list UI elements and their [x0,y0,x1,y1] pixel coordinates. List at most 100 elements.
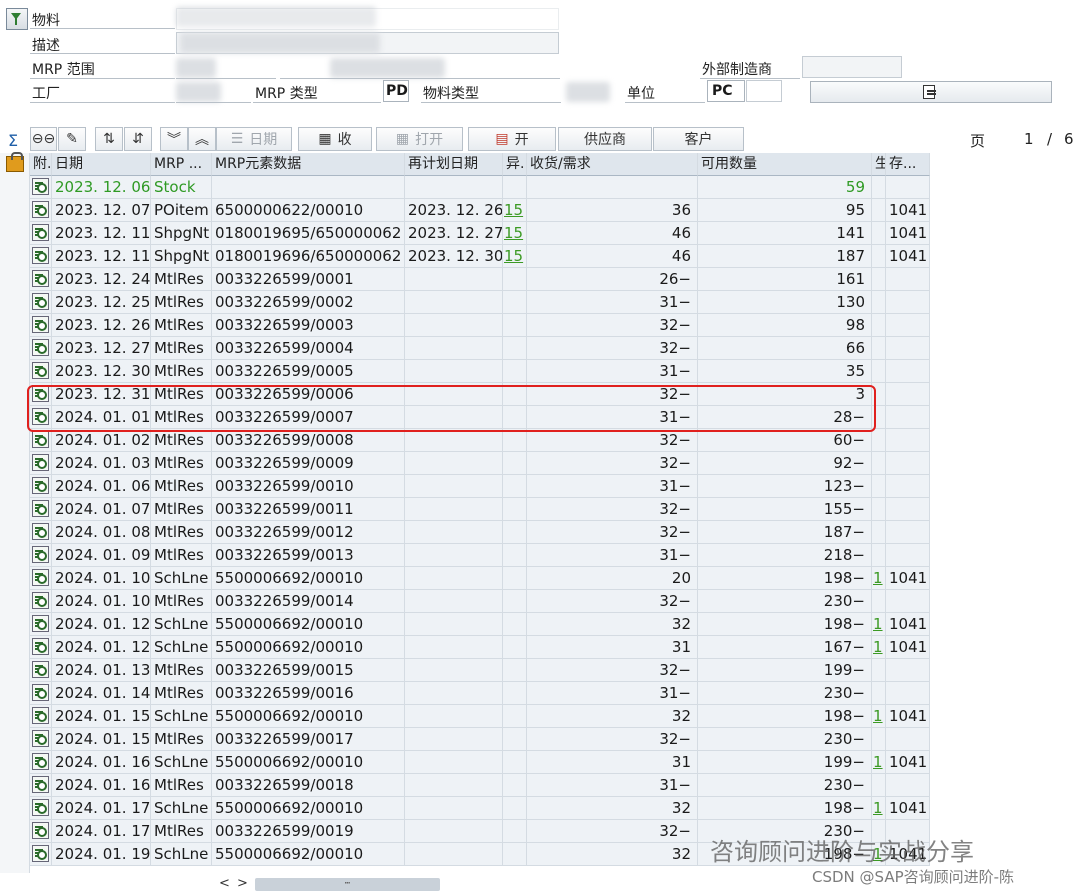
row-detail-cell[interactable] [30,774,52,797]
material-icon[interactable] [6,8,28,30]
cell-exc[interactable]: 15 [503,245,527,268]
element-detail-icon[interactable] [32,615,49,632]
row-detail-cell[interactable] [30,843,52,866]
table-row[interactable]: 2024. 01. 17 SchLne 5500006692/00010 32 198−… [30,797,930,820]
table-row[interactable]: 2024. 01. 15 MtlRes 0033226599/0017 32− 230− [30,728,930,751]
col-header-prod[interactable]: 生 [872,153,886,176]
row-detail-cell[interactable] [30,682,52,705]
table-row[interactable]: 2023. 12. 31 MtlRes 0033226599/0006 32− 3 [30,383,930,406]
collapse-all-button[interactable]: ︽ [188,127,216,151]
element-detail-icon[interactable] [32,454,49,471]
row-detail-cell[interactable] [30,544,52,567]
row-detail-cell[interactable] [30,613,52,636]
element-detail-icon[interactable] [32,569,49,586]
sort-asc-button[interactable]: ⇅ [95,127,123,151]
col-header-storage[interactable]: 存... [886,153,930,176]
element-detail-icon[interactable] [32,247,49,264]
element-detail-icon[interactable] [32,224,49,241]
date-button[interactable]: ☰ 日期 [216,127,292,151]
row-detail-cell[interactable] [30,498,52,521]
table-row[interactable]: 2023. 12. 11 ShpgNt 0180019695/650000062 20… [30,222,930,245]
row-detail-cell[interactable] [30,636,52,659]
row-detail-cell[interactable] [30,222,52,245]
mrp-type-value[interactable]: PD [383,80,409,102]
table-row[interactable]: 2024. 01. 06 MtlRes 0033226599/0010 31− 123− [30,475,930,498]
row-detail-cell[interactable] [30,199,52,222]
col-header-receipt-req[interactable]: 收货/需求 [527,153,698,176]
table-row[interactable]: 2023. 12. 24 MtlRes 0033226599/0001 26− 161 [30,268,930,291]
table-row[interactable]: 2024. 01. 07 MtlRes 0033226599/0011 32− 155− [30,498,930,521]
element-detail-icon[interactable] [32,776,49,793]
unit-extra-field[interactable] [746,80,782,102]
col-header-available[interactable]: 可用数量 [698,153,872,176]
row-detail-cell[interactable] [30,383,52,406]
row-detail-cell[interactable] [30,659,52,682]
clipboard-icon[interactable] [6,152,24,172]
horizontal-scrollbar[interactable]: < > ┅ [215,876,440,892]
sort-desc-button[interactable]: ⇵ [124,127,152,151]
element-detail-icon[interactable] [32,362,49,379]
table-row[interactable]: 2024. 01. 10 SchLne 5500006692/00010 20 198−… [30,567,930,590]
row-detail-cell[interactable] [30,820,52,843]
scroll-thumb[interactable]: ┅ [255,878,440,891]
element-detail-icon[interactable] [32,684,49,701]
receipt-button[interactable]: ▦ 收 [298,127,372,151]
table-row[interactable]: 2023. 12. 30 MtlRes 0033226599/0005 31− 35 [30,360,930,383]
table-row[interactable]: 2023. 12. 06 Stock 59 [30,176,930,199]
glasses-button[interactable]: ⊖⊖ [30,127,57,151]
element-detail-icon[interactable] [32,546,49,563]
cell-p[interactable]: 1 [872,636,886,659]
table-row[interactable]: 2024. 01. 02 MtlRes 0033226599/0008 32− 60− [30,429,930,452]
cell-p[interactable]: 1 [872,567,886,590]
ext-manufacturer-field[interactable] [802,56,902,78]
table-row[interactable]: 2024. 01. 08 MtlRes 0033226599/0012 32− 187− [30,521,930,544]
element-detail-icon[interactable] [32,845,49,862]
table-row[interactable]: 2024. 01. 03 MtlRes 0033226599/0009 32− 92− [30,452,930,475]
row-detail-cell[interactable] [30,728,52,751]
table-row[interactable]: 2024. 01. 16 MtlRes 0033226599/0018 31− 230− [30,774,930,797]
row-detail-cell[interactable] [30,705,52,728]
scroll-left-arrow[interactable]: < [219,876,230,891]
row-detail-cell[interactable] [30,176,52,199]
element-detail-icon[interactable] [32,638,49,655]
material-field[interactable] [176,8,559,30]
table-row[interactable]: 2024. 01. 10 MtlRes 0033226599/0014 32− 230− [30,590,930,613]
element-detail-icon[interactable] [32,799,49,816]
row-detail-cell[interactable] [30,337,52,360]
element-detail-icon[interactable] [32,500,49,517]
table-row[interactable]: 2024. 01. 01 MtlRes 0033226599/0007 31− 28− [30,406,930,429]
text-edit-button[interactable] [810,81,1052,103]
row-detail-cell[interactable] [30,429,52,452]
col-header-exception[interactable]: 异. [503,153,527,176]
element-detail-icon[interactable] [32,661,49,678]
row-detail-cell[interactable] [30,314,52,337]
table-row[interactable]: 2023. 12. 11 ShpgNt 0180019696/650000062 20… [30,245,930,268]
table-row[interactable]: 2023. 12. 26 MtlRes 0033226599/0003 32− 98 [30,314,930,337]
row-detail-cell[interactable] [30,452,52,475]
element-detail-icon[interactable] [32,408,49,425]
unit-value[interactable]: PC [707,80,745,102]
col-header-attach[interactable]: 附. [30,153,52,176]
row-detail-cell[interactable] [30,590,52,613]
table-row[interactable]: 2024. 01. 12 SchLne 5500006692/00010 32 198−… [30,613,930,636]
element-detail-icon[interactable] [32,385,49,402]
table-row[interactable]: 2024. 01. 09 MtlRes 0033226599/0013 31− 218− [30,544,930,567]
element-detail-icon[interactable] [32,201,49,218]
edit-button[interactable]: ✎ [58,127,86,151]
cell-p[interactable]: 1 [872,613,886,636]
table-row[interactable]: 2024. 01. 13 MtlRes 0033226599/0015 32− 199− [30,659,930,682]
col-header-mrp-data[interactable]: MRP元素数据 [212,153,405,176]
table-row[interactable]: 2024. 01. 15 SchLne 5500006692/00010 32 198−… [30,705,930,728]
cell-p[interactable]: 1 [872,751,886,774]
row-detail-cell[interactable] [30,360,52,383]
element-detail-icon[interactable] [32,431,49,448]
vendor-button[interactable]: 供应商 [558,127,652,151]
col-header-mrp[interactable]: MRP ... [151,153,212,176]
element-detail-icon[interactable] [32,178,49,195]
element-detail-icon[interactable] [32,753,49,770]
col-header-reschedule[interactable]: 再计划日期 [405,153,503,176]
element-detail-icon[interactable] [32,822,49,839]
open2-button[interactable]: ▤ 开 [468,127,556,151]
table-row[interactable]: 2023. 12. 25 MtlRes 0033226599/0002 31− 130 [30,291,930,314]
expand-all-button[interactable]: ︾ [160,127,188,151]
